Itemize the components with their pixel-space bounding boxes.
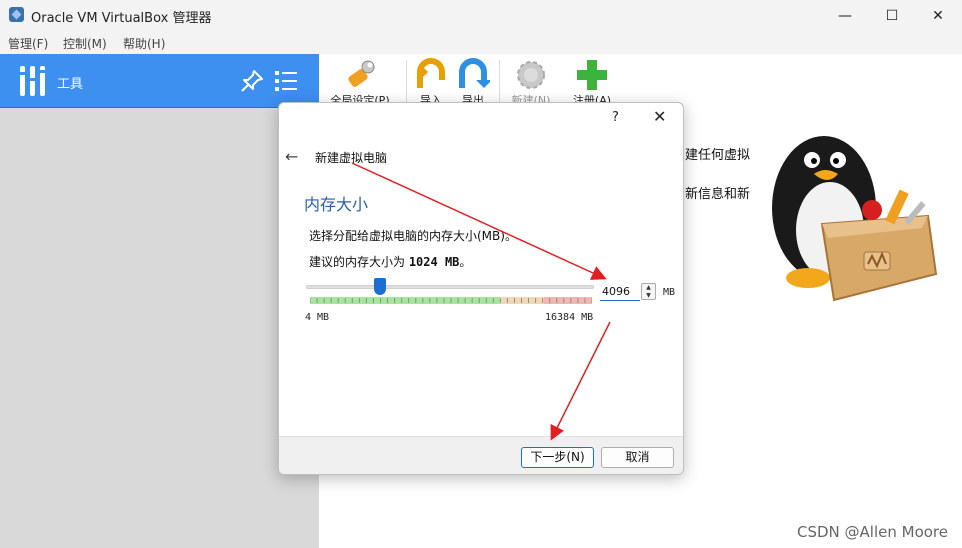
memory-slider-track[interactable]: [306, 285, 594, 289]
memory-spinbox[interactable]: ▲ ▼: [641, 283, 656, 300]
list-icon[interactable]: [274, 69, 298, 93]
export-button[interactable]: 导出: [454, 58, 492, 108]
penguin-toolbox-illustration: [772, 136, 938, 302]
wizard-title: 新建虚拟电脑: [315, 151, 388, 165]
cancel-button[interactable]: 取消: [601, 447, 674, 468]
next-button[interactable]: 下一步(N): [521, 447, 594, 468]
memory-slider-handle[interactable]: [374, 278, 386, 295]
tools-item[interactable]: 工具: [0, 54, 319, 108]
spin-up-icon[interactable]: ▲: [642, 284, 655, 291]
global-settings-button[interactable]: 全局设定(P): [326, 58, 394, 108]
menu-manage[interactable]: 管理(F): [8, 35, 48, 52]
window-title: Oracle VM VirtualBox 管理器: [31, 11, 212, 26]
recommendation-prefix: 建议的内存大小为: [309, 255, 409, 269]
slider-min-label: 4 MB: [305, 312, 330, 323]
memory-size-input[interactable]: [600, 283, 640, 301]
export-arrow-icon: [459, 58, 490, 88]
watermark: CSDN @Allen Moore: [797, 523, 948, 541]
welcome-text-line-1: 建任何虚拟: [685, 148, 751, 163]
tools-icon: [19, 66, 46, 96]
pin-icon[interactable]: [240, 69, 264, 93]
spin-down-icon[interactable]: ▼: [642, 292, 655, 299]
minimize-button[interactable]: —: [822, 0, 868, 31]
welcome-text-line-2: 新信息和新: [685, 187, 751, 202]
dialog-footer: 下一步(N) 取消: [279, 436, 683, 474]
menu-bar: 管理(F) 控制(M) 帮助(H): [0, 31, 962, 54]
tools-label: 工具: [57, 77, 84, 92]
new-vm-button[interactable]: 新建(N): [506, 58, 556, 108]
recommended-value: 1024 MB: [408, 255, 460, 269]
memory-unit-label: MB: [663, 287, 676, 298]
memory-recommendation: 建议的内存大小为 1024 MB。: [309, 253, 471, 270]
close-button[interactable]: ✕: [915, 0, 961, 31]
menu-control[interactable]: 控制(M): [63, 35, 107, 52]
help-button[interactable]: ?: [612, 110, 619, 125]
new-vm-wizard-dialog: ? ✕ ← 新建虚拟电脑 内存大小 选择分配给虚拟电脑的内存大小(MB)。 建议…: [278, 102, 684, 475]
memory-description: 选择分配给虚拟电脑的内存大小(MB)。: [309, 229, 517, 243]
machine-list-panel: 工具: [0, 54, 319, 548]
import-button[interactable]: 导入: [412, 58, 450, 108]
menu-help[interactable]: 帮助(H): [123, 35, 165, 52]
new-gear-icon: [517, 61, 545, 89]
dialog-close-button[interactable]: ✕: [653, 107, 666, 126]
title-bar: Oracle VM VirtualBox 管理器 — ☐ ✕: [0, 0, 962, 31]
import-arrow-icon: [417, 58, 445, 88]
add-plus-icon: [577, 60, 607, 90]
slider-max-label: 16384 MB: [545, 312, 594, 323]
back-arrow-icon[interactable]: ←: [285, 147, 298, 166]
maximize-button[interactable]: ☐: [869, 0, 915, 31]
page-heading: 内存大小: [304, 195, 369, 214]
memory-slider-scale: [310, 297, 592, 304]
virtualbox-logo-icon: [9, 7, 24, 22]
register-button[interactable]: 注册(A): [566, 58, 618, 108]
wrench-icon: [348, 60, 375, 87]
toolbar-divider: [499, 60, 500, 104]
recommendation-suffix: 。: [459, 255, 472, 269]
toolbar-divider: [406, 60, 407, 104]
